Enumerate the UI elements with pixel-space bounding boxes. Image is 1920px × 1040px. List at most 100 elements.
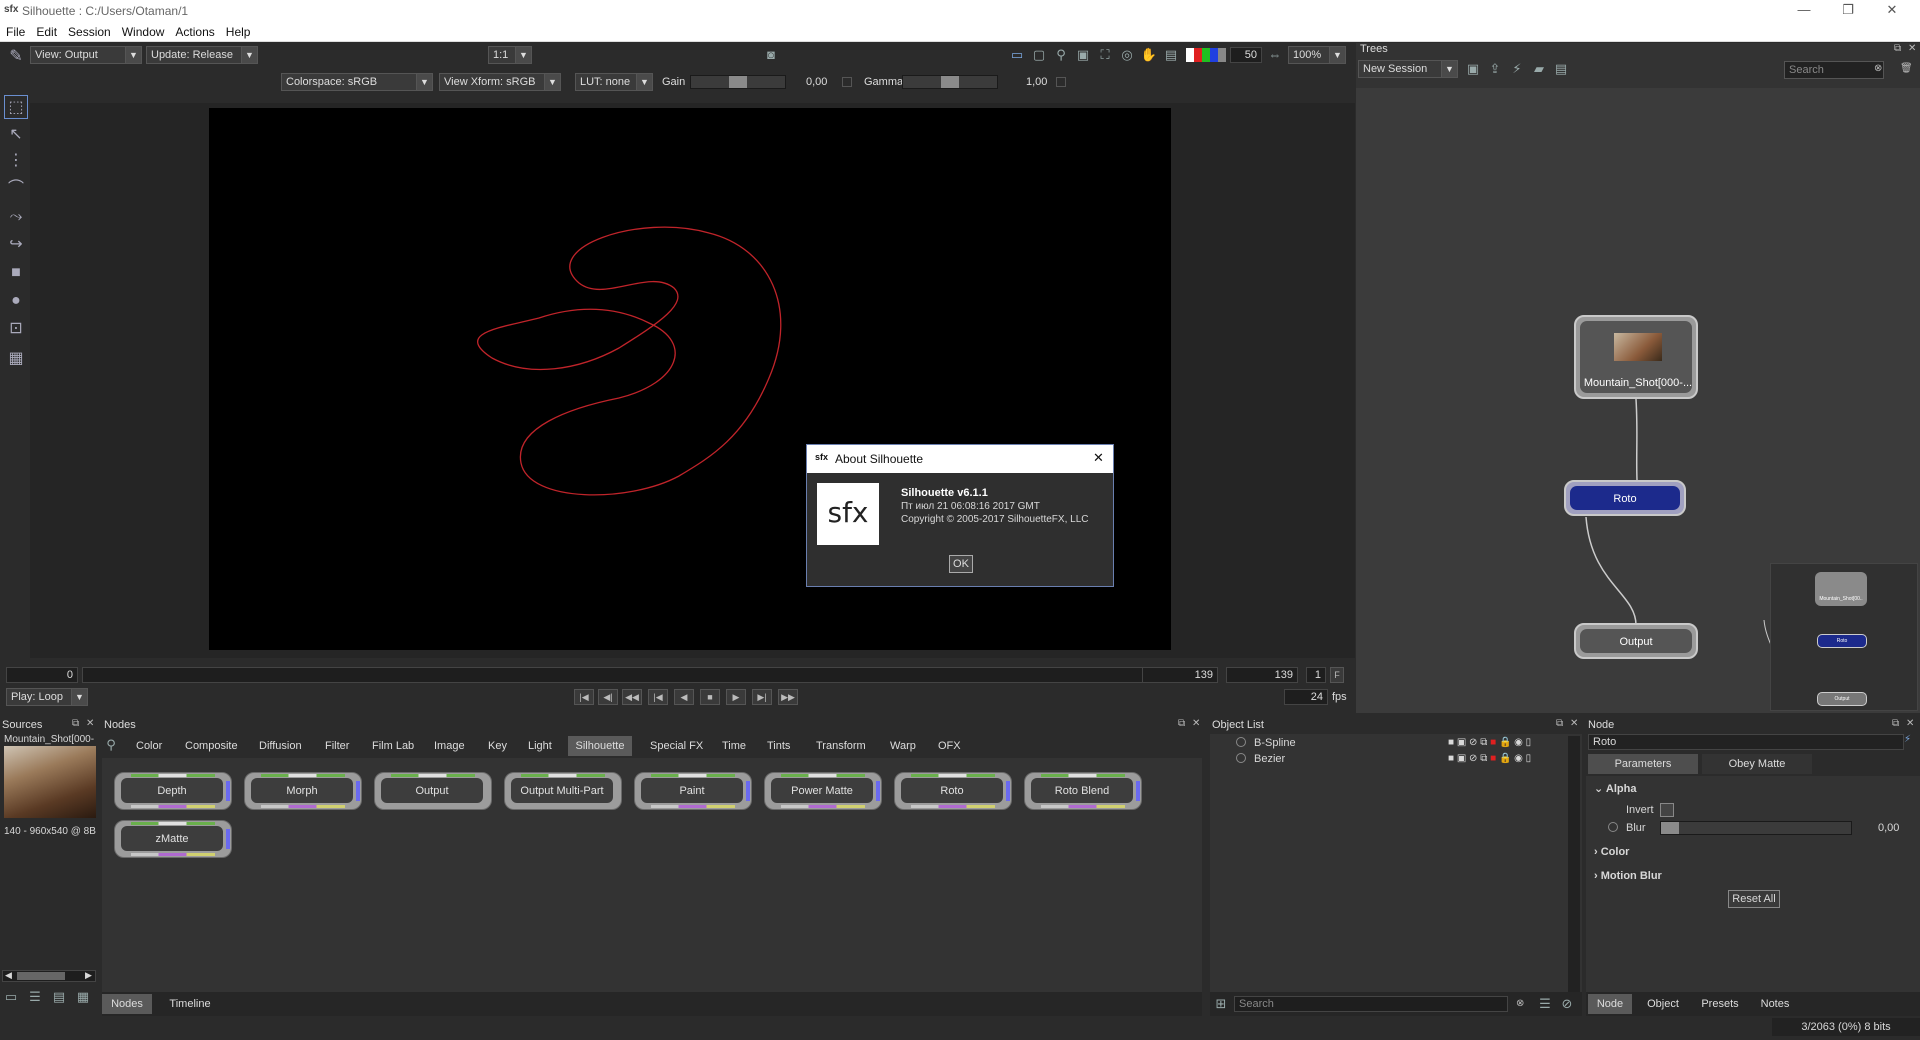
gamma-reset-icon[interactable] bbox=[1056, 77, 1066, 87]
menu-actions[interactable]: Actions bbox=[169, 22, 219, 39]
step-forward-icon[interactable]: ▶| bbox=[752, 689, 772, 705]
object-row-bezier[interactable]: Bezier ■ ▣ ⊘ ⧉ ■ 🔒 ◉ ▯ bbox=[1210, 752, 1570, 768]
update-select[interactable]: Update: Release ▼ bbox=[146, 46, 258, 64]
close-panel-icon[interactable]: ✕ bbox=[1192, 718, 1200, 729]
object-search-input[interactable]: Search bbox=[1234, 996, 1508, 1012]
overlay-icon[interactable]: ▤ bbox=[1162, 46, 1180, 64]
lightning-icon[interactable]: ⚡ bbox=[1904, 734, 1911, 745]
blur-value[interactable]: 0,00 bbox=[1878, 822, 1899, 834]
tab-composite[interactable]: Composite bbox=[185, 736, 238, 756]
xspline-tool-icon[interactable]: ⤳ bbox=[4, 205, 28, 229]
play-mode-select[interactable]: Play: Loop ▼ bbox=[6, 688, 88, 706]
float-panel-icon[interactable]: ⧉ bbox=[1892, 718, 1899, 729]
maximize-button[interactable]: ❐ bbox=[1828, 2, 1868, 20]
tab-timeline[interactable]: Timeline bbox=[158, 994, 222, 1014]
node-power-matte-button[interactable]: Power Matte bbox=[764, 772, 882, 810]
go-start-icon[interactable]: |◀ bbox=[574, 689, 594, 705]
point-tool-icon[interactable]: ⋮ bbox=[4, 149, 28, 173]
blur-slider[interactable] bbox=[1660, 821, 1852, 835]
tab-light[interactable]: Light bbox=[528, 736, 552, 756]
zoom-percent-select[interactable]: 100% ▼ bbox=[1288, 46, 1346, 64]
gain-slider-knob[interactable] bbox=[729, 76, 747, 88]
fps-value[interactable]: 24 bbox=[1284, 689, 1328, 705]
reset-all-button[interactable]: Reset All bbox=[1728, 890, 1780, 908]
gain-value[interactable]: 0,00 bbox=[806, 76, 827, 88]
tree-node-source[interactable]: Mountain_Shot[000-... bbox=[1574, 315, 1698, 399]
menu-help[interactable]: Help bbox=[220, 22, 256, 39]
alpha-section-header[interactable]: ⌄ Alpha bbox=[1594, 782, 1636, 795]
end-frame[interactable]: 139 bbox=[1226, 667, 1298, 683]
source-thumbnail[interactable] bbox=[4, 746, 96, 818]
menu-window[interactable]: Window bbox=[116, 22, 170, 39]
close-window-button[interactable]: ✕ bbox=[1872, 2, 1912, 20]
lut-select[interactable]: LUT: none ▼ bbox=[575, 73, 653, 91]
view-select[interactable]: View: Output ▼ bbox=[30, 46, 142, 64]
channel-swatch[interactable] bbox=[1186, 48, 1226, 62]
tab-presets[interactable]: Presets bbox=[1694, 994, 1746, 1014]
timeline-start[interactable]: 0 bbox=[6, 667, 78, 683]
tab-filter[interactable]: Filter bbox=[325, 736, 349, 756]
object-flags-icon[interactable]: ■ ▣ ⊘ ⧉ ■ 🔒 ◉ ▯ bbox=[1448, 753, 1531, 764]
tree-node-roto[interactable]: Roto bbox=[1564, 480, 1686, 516]
rectangle-tool-icon[interactable]: ■ bbox=[4, 261, 28, 285]
width-icon[interactable]: ⇔ bbox=[1266, 46, 1284, 64]
frame-icon[interactable]: ▢ bbox=[1030, 46, 1048, 64]
blur-keyframe-icon[interactable] bbox=[1608, 822, 1618, 832]
search-icon[interactable]: ⚲ bbox=[102, 736, 120, 754]
tab-object[interactable]: Object bbox=[1638, 994, 1688, 1014]
tab-notes[interactable]: Notes bbox=[1752, 994, 1798, 1014]
focus-tool-icon[interactable]: ⊡ bbox=[4, 317, 28, 341]
object-row-bspline[interactable]: B-Spline ■ ▣ ⊘ ⧉ ■ 🔒 ◉ ▯ bbox=[1210, 736, 1570, 752]
f-button[interactable]: F bbox=[1330, 667, 1344, 683]
node-roto-blend-button[interactable]: Roto Blend bbox=[1024, 772, 1142, 810]
menu-edit[interactable]: Edit bbox=[30, 22, 62, 39]
step-back-icon[interactable]: |◀ bbox=[648, 689, 668, 705]
camera-icon[interactable]: ◙ bbox=[762, 46, 780, 64]
bspline-tool-icon[interactable]: ⌒ bbox=[4, 177, 28, 201]
key-prev-icon[interactable]: ◀| bbox=[598, 689, 618, 705]
close-panel-icon[interactable]: ✕ bbox=[1906, 718, 1914, 729]
clear-search-icon[interactable]: ⊗ bbox=[1516, 998, 1524, 1009]
spline-path[interactable] bbox=[477, 226, 782, 496]
dialog-close-button[interactable]: ✕ bbox=[1093, 450, 1104, 466]
node-morph-button[interactable]: Morph bbox=[244, 772, 362, 810]
view-xform-select[interactable]: View Xform: sRGB ▼ bbox=[439, 73, 561, 91]
object-visibility-icon[interactable] bbox=[1236, 737, 1246, 747]
node-paint-button[interactable]: Paint bbox=[634, 772, 752, 810]
transform-tool-icon[interactable]: ⬚ bbox=[4, 95, 28, 119]
channel-value[interactable]: 50 bbox=[1230, 47, 1262, 63]
disable-icon[interactable]: ⊘ bbox=[1558, 995, 1576, 1013]
hand-icon[interactable]: ✋ bbox=[1140, 46, 1158, 64]
gain-slider[interactable] bbox=[690, 75, 786, 89]
blur-slider-knob[interactable] bbox=[1661, 822, 1679, 834]
play-back-icon[interactable]: ◀ bbox=[674, 689, 694, 705]
tracker-tool-icon[interactable]: ▦ bbox=[4, 347, 28, 371]
chevron-left-icon[interactable]: ◀ bbox=[5, 970, 12, 981]
object-visibility-icon[interactable] bbox=[1236, 753, 1246, 763]
tab-obey-matte[interactable]: Obey Matte bbox=[1702, 754, 1812, 774]
node-output-multipart-button[interactable]: Output Multi-Part bbox=[504, 772, 622, 810]
tree-node-output[interactable]: Output bbox=[1574, 623, 1698, 659]
tab-color[interactable]: Color bbox=[136, 736, 162, 756]
gamma-slider-knob[interactable] bbox=[941, 76, 959, 88]
tab-transform[interactable]: Transform bbox=[816, 736, 866, 756]
node-zmatte-button[interactable]: zMatte bbox=[114, 820, 232, 858]
target-icon[interactable]: ◎ bbox=[1118, 46, 1136, 64]
zoom-ratio-select[interactable]: 1:1 ▼ bbox=[488, 46, 532, 64]
timeline-scrubber[interactable] bbox=[82, 667, 1218, 683]
object-list-scrollbar[interactable] bbox=[1568, 736, 1580, 1000]
gain-reset-icon[interactable] bbox=[842, 77, 852, 87]
invert-checkbox[interactable] bbox=[1660, 803, 1674, 817]
scroll-thumb[interactable] bbox=[17, 972, 65, 980]
float-panel-icon[interactable]: ⧉ bbox=[72, 718, 79, 729]
region-icon[interactable]: ▣ bbox=[1074, 46, 1092, 64]
sources-scrollbar[interactable]: ◀ ▶ bbox=[2, 970, 96, 982]
node-depth-button[interactable]: Depth bbox=[114, 772, 232, 810]
tab-nodes[interactable]: Nodes bbox=[102, 994, 152, 1014]
frame-step[interactable]: 1 bbox=[1306, 667, 1326, 683]
tab-ofx[interactable]: OFX bbox=[938, 736, 961, 756]
magnify-icon[interactable]: ⚲ bbox=[1052, 46, 1070, 64]
rewind-icon[interactable]: ◀◀ bbox=[622, 689, 642, 705]
ok-button[interactable]: OK bbox=[949, 555, 973, 573]
tab-silhouette[interactable]: Silhouette bbox=[568, 736, 632, 756]
